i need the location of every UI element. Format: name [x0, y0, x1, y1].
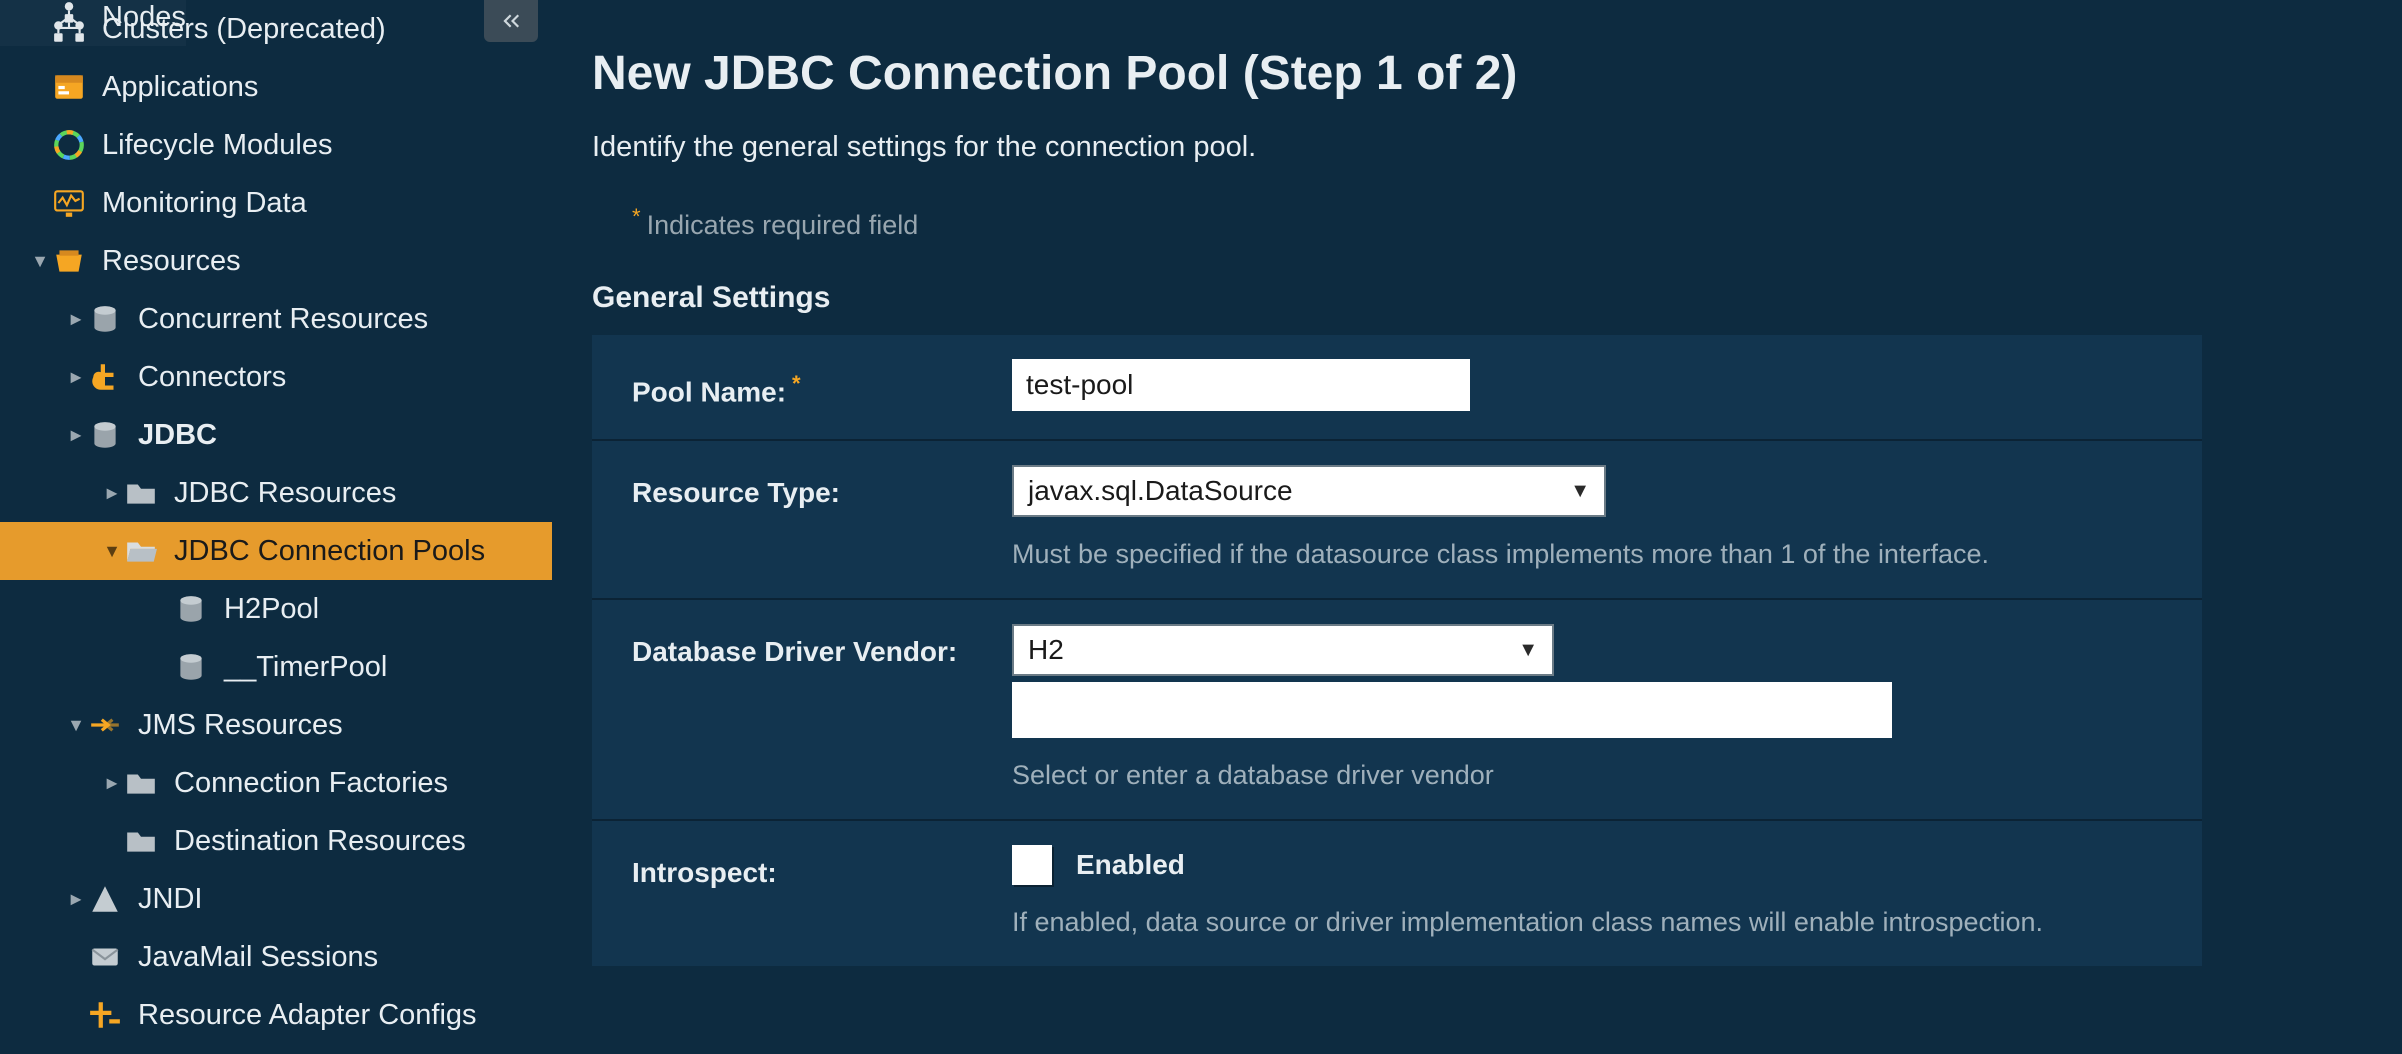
sidebar-item-label: JDBC Connection Pools — [174, 537, 485, 566]
database-icon — [174, 592, 208, 626]
vendor-select[interactable]: H2 ▼ — [1012, 624, 1554, 676]
sidebar-item-label: JDBC — [138, 421, 217, 450]
sidebar-item-jdbc-resources[interactable]: ► JDBC Resources — [0, 464, 552, 522]
row-vendor: Database Driver Vendor: H2 ▼ Select or e… — [592, 598, 2202, 819]
sidebar-item-label: Resource Adapter Configs — [138, 1001, 477, 1030]
database-icon — [88, 302, 122, 336]
sidebar-item-javamail[interactable]: JavaMail Sessions — [0, 928, 552, 986]
sidebar-item-label: Resources — [102, 247, 241, 276]
page-description: Identify the general settings for the co… — [592, 131, 2362, 164]
vendor-label: Database Driver Vendor: — [632, 624, 1012, 668]
row-pool-name: Pool Name:* — [592, 335, 2202, 439]
sidebar-item-label: Monitoring Data — [102, 189, 307, 218]
resource-type-label: Resource Type: — [632, 465, 1012, 509]
main-content: New JDBC Connection Pool (Step 1 of 2) I… — [552, 0, 2402, 1054]
jms-icon — [88, 708, 122, 742]
connectors-icon — [88, 360, 122, 394]
vendor-text-input[interactable] — [1012, 682, 1892, 738]
sidebar-item-label: Lifecycle Modules — [102, 131, 333, 160]
sidebar-item-lifecycle[interactable]: Lifecycle Modules — [0, 116, 552, 174]
sidebar-item-resources[interactable]: ▼ Resources — [0, 232, 552, 290]
introspect-checkbox[interactable] — [1012, 845, 1052, 885]
sidebar: Nodes Clusters (Deprecated) Applications — [0, 0, 552, 1054]
page-title: New JDBC Connection Pool (Step 1 of 2) — [592, 46, 2362, 101]
sidebar-item-label: JMS Resources — [138, 711, 343, 740]
sidebar-item-label: Connection Factories — [174, 769, 448, 798]
nodes-icon — [52, 0, 86, 34]
sidebar-item-monitoring[interactable]: Monitoring Data — [0, 174, 552, 232]
mail-icon — [88, 940, 122, 974]
folder-open-icon — [124, 534, 158, 568]
lifecycle-icon — [52, 128, 86, 162]
nav-tree: Nodes Clusters (Deprecated) Applications — [0, 0, 552, 1044]
adapter-icon — [88, 998, 122, 1032]
sidebar-item-label: Connectors — [138, 363, 286, 392]
sidebar-item-connectors[interactable]: ► Connectors — [0, 348, 552, 406]
tree-arrow-right-icon: ► — [100, 483, 124, 504]
database-icon — [174, 650, 208, 684]
sidebar-item-label: Applications — [102, 73, 258, 102]
folder-icon — [124, 766, 158, 800]
resource-type-hint: Must be specified if the datasource clas… — [1012, 539, 2162, 570]
pool-name-input[interactable] — [1012, 359, 1470, 411]
form-table: Pool Name:* Resource Type: javax.sql.Dat… — [592, 335, 2202, 966]
double-chevron-left-icon — [498, 8, 524, 34]
tree-arrow-right-icon: ► — [64, 367, 88, 388]
sidebar-item-label: JDBC Resources — [174, 479, 396, 508]
label-text: Pool Name: — [632, 376, 786, 407]
sidebar-item-concurrent[interactable]: ► Concurrent Resources — [0, 290, 552, 348]
sidebar-item-jms[interactable]: ▼ JMS Resources — [0, 696, 552, 754]
select-value: javax.sql.DataSource — [1028, 475, 1293, 507]
sidebar-item-label: Destination Resources — [174, 827, 466, 856]
introspect-hint: If enabled, data source or driver implem… — [1012, 907, 2162, 938]
jndi-icon — [88, 882, 122, 916]
sidebar-item-jndi[interactable]: ► JNDI — [0, 870, 552, 928]
tree-arrow-down-icon: ▼ — [28, 251, 52, 272]
pool-name-label: Pool Name:* — [632, 359, 1012, 408]
sidebar-item-label: __TimerPool — [224, 653, 387, 682]
database-icon — [88, 418, 122, 452]
sidebar-item-dest-resources[interactable]: Destination Resources — [0, 812, 552, 870]
required-star-icon: * — [632, 204, 641, 229]
introspect-check-label: Enabled — [1076, 849, 1185, 881]
tree-arrow-down-icon: ▼ — [64, 715, 88, 736]
required-note: *Indicates required field — [632, 204, 2362, 241]
section-title: General Settings — [592, 281, 2362, 315]
sidebar-item-label: Concurrent Resources — [138, 305, 428, 334]
required-star-icon: * — [792, 371, 801, 396]
vendor-hint: Select or enter a database driver vendor — [1012, 760, 2162, 791]
applications-icon — [52, 70, 86, 104]
tree-arrow-down-icon: ▼ — [100, 541, 124, 562]
sidebar-item-label: H2Pool — [224, 595, 319, 624]
sidebar-collapse-button[interactable] — [484, 0, 538, 42]
monitoring-icon — [52, 186, 86, 220]
sidebar-item-label: JNDI — [138, 885, 202, 914]
tree-arrow-right-icon: ► — [64, 889, 88, 910]
select-value: H2 — [1028, 634, 1064, 666]
folder-icon — [124, 824, 158, 858]
resources-icon — [52, 244, 86, 278]
tree-arrow-right-icon: ► — [64, 309, 88, 330]
sidebar-item-conn-factories[interactable]: ► Connection Factories — [0, 754, 552, 812]
sidebar-item-jdbc-pools[interactable]: ▼ JDBC Connection Pools — [0, 522, 552, 580]
sidebar-item-h2pool[interactable]: H2Pool — [0, 580, 552, 638]
chevron-down-icon: ▼ — [1518, 639, 1538, 662]
required-note-text: Indicates required field — [647, 210, 919, 240]
row-introspect: Introspect: Enabled If enabled, data sou… — [592, 819, 2202, 966]
chevron-down-icon: ▼ — [1570, 480, 1590, 503]
sidebar-item-jdbc[interactable]: ► JDBC — [0, 406, 552, 464]
tree-arrow-right-icon: ► — [100, 773, 124, 794]
sidebar-item-label: JavaMail Sessions — [138, 943, 378, 972]
tree-arrow-right-icon: ► — [64, 425, 88, 446]
sidebar-item-adapter-configs[interactable]: Resource Adapter Configs — [0, 986, 552, 1044]
sidebar-item-label: Nodes — [102, 3, 186, 32]
sidebar-item-timerpool[interactable]: __TimerPool — [0, 638, 552, 696]
sidebar-item-nodes[interactable]: Nodes — [0, 0, 186, 46]
row-resource-type: Resource Type: javax.sql.DataSource ▼ Mu… — [592, 439, 2202, 598]
resource-type-select[interactable]: javax.sql.DataSource ▼ — [1012, 465, 1606, 517]
sidebar-item-applications[interactable]: Applications — [0, 58, 552, 116]
introspect-label: Introspect: — [632, 845, 1012, 889]
folder-icon — [124, 476, 158, 510]
